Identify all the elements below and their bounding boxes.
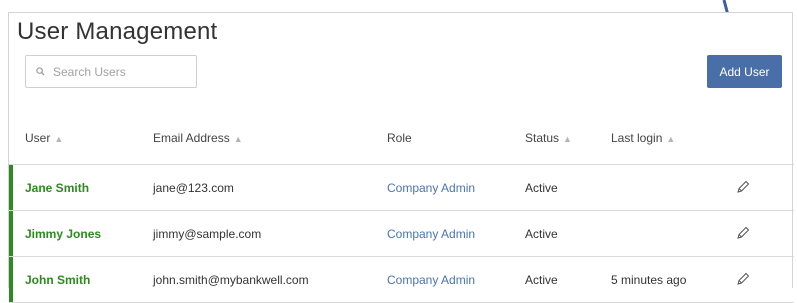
user-status: Active (525, 227, 558, 241)
user-name[interactable]: John Smith (25, 273, 90, 287)
table-row[interactable]: Jane Smith jane@123.com Company Admin Ac… (9, 165, 794, 211)
user-last-login: 5 minutes ago (611, 273, 687, 287)
column-header-last-login[interactable]: Last login ▲ (611, 131, 675, 145)
users-table: User ▲ Email Address ▲ Role Status ▲ Last l… (9, 113, 794, 303)
search-box[interactable] (25, 55, 197, 88)
table-row[interactable]: Jimmy Jones jimmy@sample.com Company Adm… (9, 211, 794, 257)
user-email: john.smith@mybankwell.com (153, 273, 309, 287)
sort-arrow-icon: ▲ (563, 134, 572, 144)
user-email: jimmy@sample.com (153, 227, 262, 241)
table-header: User ▲ Email Address ▲ Role Status ▲ Last l… (9, 113, 794, 165)
user-role-link[interactable]: Company Admin (387, 227, 475, 241)
page-title: User Management (17, 18, 218, 45)
column-header-status[interactable]: Status ▲ (525, 131, 572, 145)
user-role-link[interactable]: Company Admin (387, 181, 475, 195)
user-status: Active (525, 181, 558, 195)
edit-pencil-icon[interactable] (735, 271, 751, 287)
sort-arrow-icon: ▲ (666, 134, 676, 144)
edit-pencil-icon[interactable] (735, 179, 751, 195)
user-management-panel: User Management Add User User▲ Email Add… (8, 12, 794, 303)
column-header-email[interactable]: Email Address ▲ (153, 131, 243, 145)
user-name[interactable]: Jane Smith (25, 181, 89, 195)
column-header-role: Role (387, 131, 412, 145)
table-row[interactable]: John Smith john.smith@mybankwell.com Com… (9, 257, 794, 303)
column-header-user[interactable]: User ▲ (25, 131, 63, 145)
add-user-button[interactable]: Add User (707, 55, 782, 88)
search-icon (36, 67, 45, 76)
active-indicator (9, 165, 13, 210)
edit-pencil-icon[interactable] (735, 225, 751, 241)
search-input[interactable] (53, 64, 193, 79)
user-role-link[interactable]: Company Admin (387, 273, 475, 287)
active-indicator (9, 211, 13, 256)
user-status: Active (525, 273, 558, 287)
user-email: jane@123.com (153, 181, 234, 195)
sort-arrow-icon: ▲ (54, 134, 64, 144)
active-indicator (9, 257, 13, 302)
user-name[interactable]: Jimmy Jones (25, 227, 101, 241)
sort-arrow-icon: ▲ (233, 134, 243, 144)
